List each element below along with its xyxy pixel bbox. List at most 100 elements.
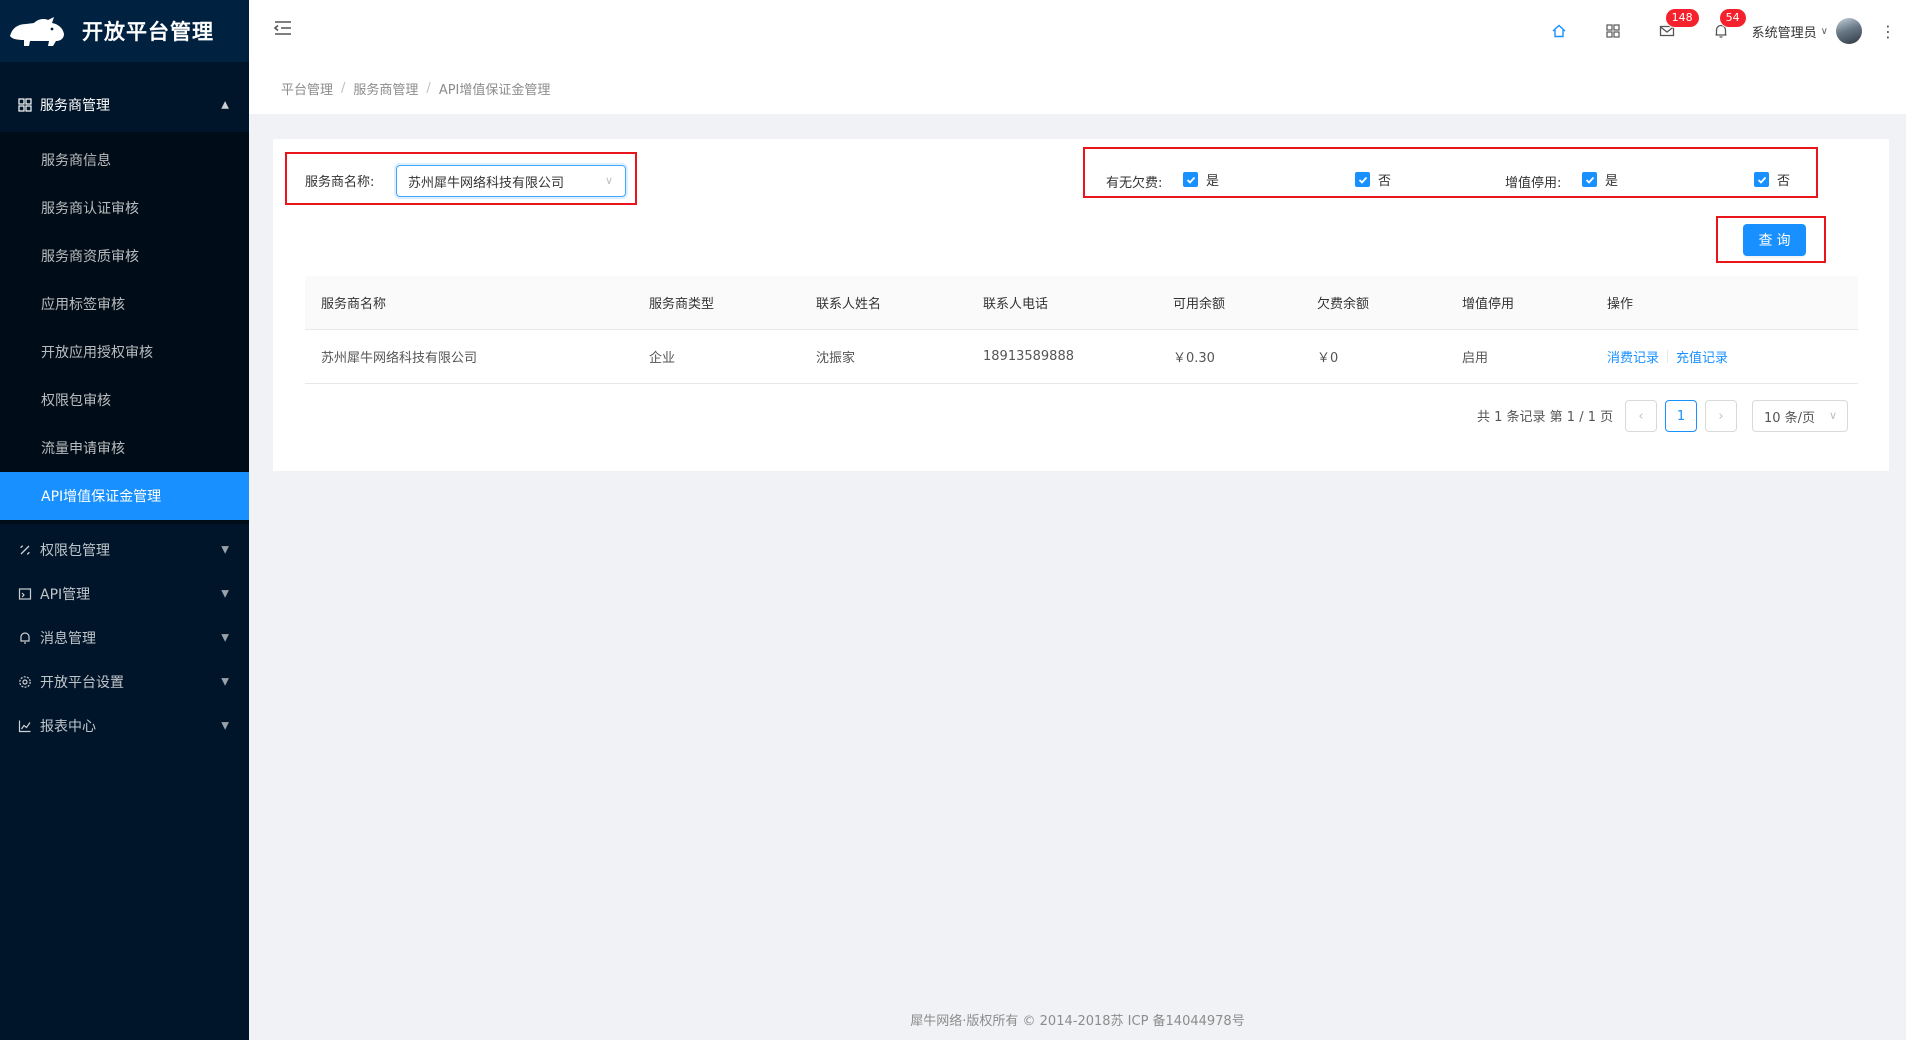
highlight-box [1716,216,1826,263]
page-number: 1 [1676,408,1686,424]
chevron-up-icon: ▲ [221,99,229,111]
menu-label: 报表中心 [40,719,96,735]
chevron-left-icon: ‹ [1638,408,1644,424]
sidebar-item-label: 流量申请审核 [41,441,125,457]
cell-balance: ￥0.30 [1173,351,1215,366]
submenu-provider: 服务商信息 服务商认证审核 服务商资质审核 应用标签审核 开放应用授权审核 权限… [0,132,249,524]
menu-label: API管理 [40,587,91,603]
breadcrumb-current: API增值保证金管理 [438,82,551,98]
menu-label: 开放平台设置 [40,675,124,691]
sidebar-item-app-tag[interactable]: 应用标签审核 [0,280,249,328]
column-header: 联系人电话 [983,297,1049,312]
api-icon [18,587,32,601]
cell-contact-name: 沈振家 [816,351,856,366]
sidebar-item-label: 服务商信息 [41,153,111,169]
cell-provider-type: 企业 [649,351,676,366]
sidebar-item-label: 应用标签审核 [41,297,125,313]
chevron-down-icon: ▼ [221,544,229,556]
appstore-icon [18,98,32,112]
chevron-right-icon: › [1718,408,1724,424]
chevron-down-icon: ▼ [221,632,229,644]
breadcrumb-item[interactable]: 平台管理 [281,79,333,98]
sidebar-item-message[interactable]: 消息管理 ▼ [0,616,249,660]
sidebar-item-app-auth[interactable]: 开放应用授权审核 [0,328,249,376]
sidebar-item-api-deposit[interactable]: API增值保证金管理 [0,472,249,520]
notice-button[interactable]: 54 [1694,0,1748,62]
divider [1667,350,1669,363]
top-header: 148 54 系统管理员 ∨ ⋮ [249,0,1906,62]
cell-arrears: ￥0 [1317,351,1339,366]
highlight-box [1083,147,1818,198]
sidebar-item-reports[interactable]: 报表中心 ▼ [0,704,249,748]
breadcrumb-item[interactable]: 服务商管理 [353,79,418,98]
page-size-select[interactable]: 10 条/页 ∨ [1752,400,1848,432]
column-header: 服务商名称 [321,297,387,312]
app-title: 开放平台管理 [82,20,214,44]
column-header: 联系人姓名 [816,297,882,312]
cell-provider-name: 苏州犀牛网络科技有限公司 [321,351,478,366]
sidebar-item-settings[interactable]: 开放平台设置 ▼ [0,660,249,704]
app-logo[interactable]: 开放平台管理 [0,0,249,62]
sidebar-item-permission-review[interactable]: 权限包审核 [0,376,249,424]
sidebar-item-permission-pkg[interactable]: 权限包管理 ▼ [0,528,249,572]
line-chart-icon [18,719,32,733]
user-name: 系统管理员 [1751,25,1817,41]
header-actions: 148 54 系统管理员 ∨ ⋮ [1532,0,1906,62]
column-header: 欠费余额 [1317,297,1370,312]
provider-table: 服务商名称 服务商类型 联系人姓名 联系人电话 可用余额 欠费余额 增值停用 操… [305,276,1858,384]
menu-label: 权限包管理 [40,543,110,559]
pagination-total: 共 1 条记录 第 1 / 1 页 [1477,410,1614,425]
page-button[interactable]: 1 [1665,400,1697,432]
page-size-value: 10 条/页 [1764,410,1816,426]
chevron-down-icon: ▼ [221,588,229,600]
sidebar-item-label: API增值保证金管理 [41,489,162,505]
next-page-button[interactable]: › [1705,400,1737,432]
link-icon [18,543,32,557]
footer-copyright: 犀牛网络·版权所有 © 2014-2018苏 ICP 备14044978号 [910,1014,1245,1029]
column-header: 增值停用 [1462,297,1515,312]
home-button[interactable] [1532,0,1586,62]
home-icon [1552,24,1566,38]
column-header: 操作 [1607,297,1634,312]
column-header: 服务商类型 [649,297,715,312]
mail-button[interactable]: 148 [1640,0,1699,62]
menu-group-provider[interactable]: 服务商管理 ▲ [0,78,249,132]
table-header: 服务商名称 服务商类型 联系人姓名 联系人电话 可用余额 欠费余额 增值停用 操… [305,276,1858,330]
sidebar-item-label: 开放应用授权审核 [41,345,153,361]
sidebar-item-label: 服务商认证审核 [41,201,139,217]
table-row: 苏州犀牛网络科技有限公司 企业 沈振家 18913589888 ￥0.30 ￥0… [305,330,1858,384]
cell-status: 启用 [1462,351,1489,366]
appstore-icon [1606,24,1620,38]
notice-badge: 54 [1719,9,1746,27]
recharge-record-link[interactable]: 充值记录 [1676,347,1728,366]
sidebar: 开放平台管理 服务商管理 ▲ 服务商信息 服务商认证审核 服务商资质审核 应用标… [0,0,249,1040]
menu-group-label: 服务商管理 [40,98,110,114]
menu-fold-icon[interactable] [273,18,293,38]
chevron-down-icon: ∨ [1820,25,1828,37]
cell-contact-phone: 18913589888 [983,349,1074,364]
chevron-down-icon: ▼ [221,676,229,688]
setting-icon [18,675,32,689]
sidebar-item-label: 服务商资质审核 [41,249,139,265]
footer: 犀牛网络·版权所有 © 2014-2018苏 ICP 备14044978号 [249,1010,1906,1029]
sidebar-item-provider-cert[interactable]: 服务商认证审核 [0,184,249,232]
sidebar-item-provider-qualification[interactable]: 服务商资质审核 [0,232,249,280]
bell-icon [18,631,32,645]
user-menu[interactable]: 系统管理员 ∨ [1748,0,1870,62]
highlight-box [285,152,637,205]
apps-button[interactable] [1586,0,1640,62]
consume-record-link[interactable]: 消费记录 [1607,347,1659,366]
menu-label: 消息管理 [40,631,96,647]
rhino-logo-icon [10,17,64,46]
more-vertical-icon[interactable]: ⋮ [1870,0,1906,62]
breadcrumb-separator: / [341,80,346,96]
column-header: 可用余额 [1173,297,1226,312]
breadcrumb: 平台管理 / 服务商管理 / API增值保证金管理 [249,62,1906,114]
sidebar-item-traffic-review[interactable]: 流量申请审核 [0,424,249,472]
cell-actions: 消费记录 充值记录 [1607,330,1728,383]
prev-page-button[interactable]: ‹ [1625,400,1657,432]
sidebar-item-api[interactable]: API管理 ▼ [0,572,249,616]
breadcrumb-separator: / [426,80,431,96]
sidebar-item-provider-info[interactable]: 服务商信息 [0,136,249,184]
avatar[interactable] [1836,18,1862,44]
